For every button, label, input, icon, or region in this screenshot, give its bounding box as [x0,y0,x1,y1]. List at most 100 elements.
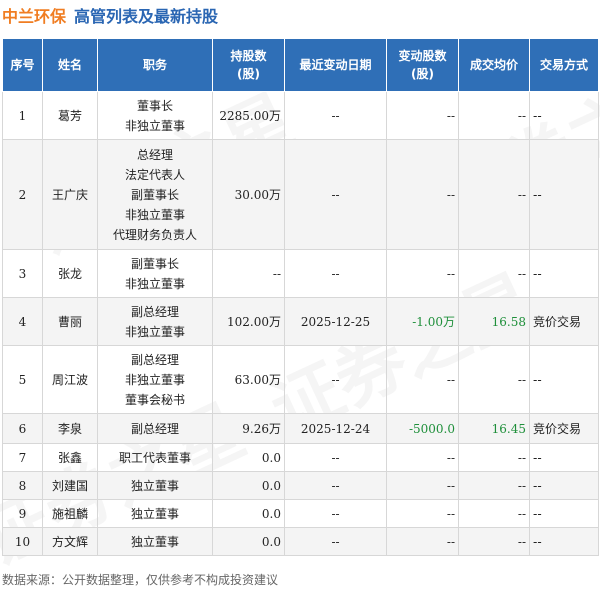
cell-avg-price: -- [458,443,530,472]
title-bar: 中兰环保 高管列表及最新持股 [0,0,600,30]
position-label: 副董事长 [130,256,179,271]
position-label: 法定代表人 [124,167,185,182]
cell-positions: 独立董事 [97,527,213,556]
cell-shares: 2285.00万 [212,91,285,140]
cell-change-date: 2025-12-24 [284,413,387,444]
table-row: 8 刘建国 独立董事 0.0 -- -- -- -- [2,471,599,500]
cell-name: 周江波 [42,345,98,414]
company-name: 中兰环保 [2,7,67,26]
cell-no: 4 [2,297,43,346]
position-label: 副总经理 [130,421,179,436]
position-label: 副总经理 [130,352,179,367]
cell-name: 张鑫 [42,443,98,472]
cell-change-date: -- [284,471,387,500]
cell-trade-method: -- [529,91,599,140]
cell-change-date: -- [284,91,387,140]
table-row: 4 曹丽 副总经理 非独立董事 102.00万 2025-12-25 -1.00万 16.58… [2,297,599,346]
cell-no: 5 [2,345,43,414]
table-row: 7 张鑫 职工代表董事 0.0 -- -- -- -- [2,443,599,472]
position-label: 非独立董事 [124,372,185,387]
cell-change-shares: -- [386,249,459,298]
cell-positions: 独立董事 [97,499,213,528]
cell-trade-method: -- [529,139,599,250]
col-header-position: 职务 [97,38,213,92]
cell-change-shares: -1.00万 [386,297,459,346]
cell-name: 葛芳 [42,91,98,140]
cell-name: 王广庆 [42,139,98,250]
position-label: 独立董事 [130,506,179,521]
col-header-trade-method: 交易方式 [529,38,599,92]
position-label: 董事会秘书 [124,392,185,407]
cell-no: 10 [2,527,43,556]
position-label: 职工代表董事 [118,450,191,465]
cell-avg-price: 16.45 [458,413,530,444]
cell-trade-method: 竞价交易 [529,413,599,444]
col-header-name: 姓名 [42,38,98,92]
cell-change-date: -- [284,443,387,472]
cell-trade-method: -- [529,499,599,528]
cell-no: 7 [2,443,43,472]
cell-trade-method: -- [529,527,599,556]
position-label: 董事长 [136,98,173,113]
col-header-change-shares: 变动股数 (股) [386,38,459,92]
cell-change-shares: -- [386,91,459,140]
cell-change-shares: -5000.0 [386,413,459,444]
position-label: 副总经理 [130,304,179,319]
cell-change-shares: -- [386,499,459,528]
cell-name: 方文辉 [42,527,98,556]
cell-no: 9 [2,499,43,528]
cell-change-date: -- [284,139,387,250]
cell-avg-price: -- [458,91,530,140]
cell-trade-method: -- [529,345,599,414]
col-header-avg-price: 成交均价 [458,38,530,92]
cell-avg-price: 16.58 [458,297,530,346]
cell-positions: 总经理 法定代表人 副董事长 非独立董事 代理财务负责人 [97,139,213,250]
cell-name: 李泉 [42,413,98,444]
cell-shares: 9.26万 [212,413,285,444]
cell-positions: 副总经理 [97,413,213,444]
cell-change-date: 2025-12-25 [284,297,387,346]
cell-avg-price: -- [458,499,530,528]
table-row: 10 方文辉 独立董事 0.0 -- -- -- -- [2,527,599,556]
table-row: 3 张龙 副董事长 非独立董事 -- -- -- -- -- [2,249,599,298]
table-row: 1 葛芳 董事长 非独立董事 2285.00万 -- -- -- -- [2,91,599,140]
table-row: 2 王广庆 总经理 法定代表人 副董事长 非独立董事 代理财务负责人 30.00万 -- -- --… [2,139,599,250]
cell-no: 8 [2,471,43,500]
page-title: 高管列表及最新持股 [74,7,219,26]
cell-shares: 0.0 [212,499,285,528]
cell-name: 刘建国 [42,471,98,500]
cell-avg-price: -- [458,471,530,500]
position-label: 代理财务负责人 [112,227,197,242]
col-header-shares: 持股数 (股) [212,38,285,92]
cell-avg-price: -- [458,139,530,250]
cell-change-date: -- [284,345,387,414]
cell-no: 1 [2,91,43,140]
cell-shares: 63.00万 [212,345,285,414]
cell-change-shares: -- [386,345,459,414]
table-row: 9 施祖麟 独立董事 0.0 -- -- -- -- [2,499,599,528]
cell-trade-method: -- [529,471,599,500]
cell-trade-method: -- [529,249,599,298]
cell-name: 曹丽 [42,297,98,346]
cell-shares: 0.0 [212,527,285,556]
position-label: 独立董事 [130,478,179,493]
table-row: 6 李泉 副总经理 9.26万 2025-12-24 -5000.0 16.45 竞价交易 [2,413,599,444]
cell-positions: 董事长 非独立董事 [97,91,213,140]
cell-name: 施祖麟 [42,499,98,528]
cell-trade-method: 竞价交易 [529,297,599,346]
cell-name: 张龙 [42,249,98,298]
cell-change-date: -- [284,249,387,298]
cell-positions: 副总经理 非独立董事 [97,297,213,346]
cell-change-date: -- [284,527,387,556]
col-header-change-date: 最近变动日期 [284,38,387,92]
cell-avg-price: -- [458,527,530,556]
cell-change-shares: -- [386,471,459,500]
cell-shares: -- [212,249,285,298]
cell-shares: 30.00万 [212,139,285,250]
position-label: 非独立董事 [124,118,185,133]
cell-shares: 0.0 [212,443,285,472]
cell-positions: 副董事长 非独立董事 [97,249,213,298]
table-header-row: 序号 姓名 职务 持股数 (股) 最近变动日期 变动股数 (股) 成交均价 交易方式 [2,38,599,92]
position-label: 总经理 [136,147,173,162]
cell-avg-price: -- [458,249,530,298]
